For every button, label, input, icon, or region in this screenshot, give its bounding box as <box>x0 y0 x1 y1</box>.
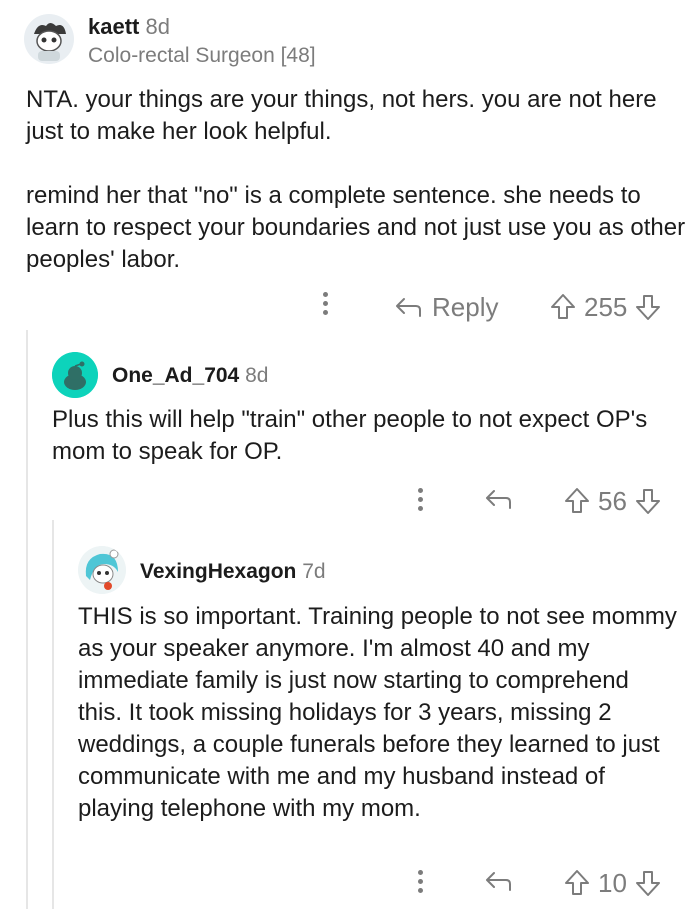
comment-age: 8d <box>245 364 269 387</box>
username[interactable]: VexingHexagon 7d <box>140 560 326 584</box>
comment-actions: 56 <box>0 482 700 522</box>
username-text[interactable]: VexingHexagon <box>140 560 296 583</box>
downvote-arrow-icon[interactable] <box>635 869 661 897</box>
reply-button[interactable] <box>484 488 512 510</box>
vote-score: 56 <box>598 485 627 516</box>
comment-paragraph: remind her that "no" is a complete sente… <box>26 182 686 273</box>
reply-arrow-icon <box>486 872 511 891</box>
upvote-arrow-icon[interactable] <box>564 869 590 897</box>
upvote-arrow-icon[interactable] <box>550 293 576 321</box>
vote-controls: 10 <box>564 866 661 900</box>
more-options-icon[interactable] <box>418 488 424 515</box>
username[interactable]: kaett 8d <box>88 14 170 40</box>
username-text[interactable]: kaett <box>88 14 139 39</box>
comment-one-ad-704: One_Ad_704 8d Plus this will help "train… <box>0 330 700 520</box>
vote-score: 10 <box>598 867 627 898</box>
comment-body: THIS is so important. Training people to… <box>78 601 678 825</box>
reply-label[interactable]: Reply <box>432 292 498 323</box>
vote-controls: 255 <box>550 290 661 324</box>
snoo-avatar-icon <box>24 14 74 64</box>
comment-body: Plus this will help "train" other people… <box>52 404 672 468</box>
snoo-avatar-icon <box>52 352 98 398</box>
vote-controls: 56 <box>564 484 661 518</box>
username[interactable]: One_Ad_704 8d <box>112 364 268 388</box>
reply-button[interactable]: Reply <box>394 290 498 324</box>
comment-kaett: kaett 8d Colo-rectal Surgeon [48] NTA. y… <box>0 0 700 330</box>
downvote-arrow-icon[interactable] <box>635 293 661 321</box>
username-text[interactable]: One_Ad_704 <box>112 364 239 387</box>
downvote-arrow-icon[interactable] <box>635 487 661 515</box>
comment-paragraph: NTA. your things are your things, not he… <box>26 86 657 145</box>
comment-paragraph: Plus this will help "train" other people… <box>52 406 648 465</box>
reply-button[interactable] <box>484 870 512 892</box>
comment-vexinghexagon: VexingHexagon 7d THIS is so important. T… <box>0 520 700 909</box>
comment-age: 8d <box>145 14 170 39</box>
user-flair: Colo-rectal Surgeon [48] <box>88 44 316 67</box>
avatar[interactable] <box>24 14 74 64</box>
comment-body: NTA. your things are your things, not he… <box>26 84 686 276</box>
more-options-icon[interactable] <box>323 292 329 319</box>
avatar[interactable] <box>78 546 126 594</box>
vote-score: 255 <box>584 291 628 322</box>
snoo-avatar-icon <box>78 546 126 594</box>
upvote-arrow-icon[interactable] <box>564 487 590 515</box>
reply-arrow-icon <box>396 298 421 317</box>
comment-actions: Reply 255 <box>0 288 700 328</box>
more-options-icon[interactable] <box>418 870 424 897</box>
avatar[interactable] <box>52 352 98 398</box>
comment-age: 7d <box>302 560 326 583</box>
comment-paragraph: THIS is so important. Training people to… <box>78 603 677 822</box>
reply-arrow-icon <box>486 490 511 509</box>
comment-actions: 10 <box>0 864 700 904</box>
